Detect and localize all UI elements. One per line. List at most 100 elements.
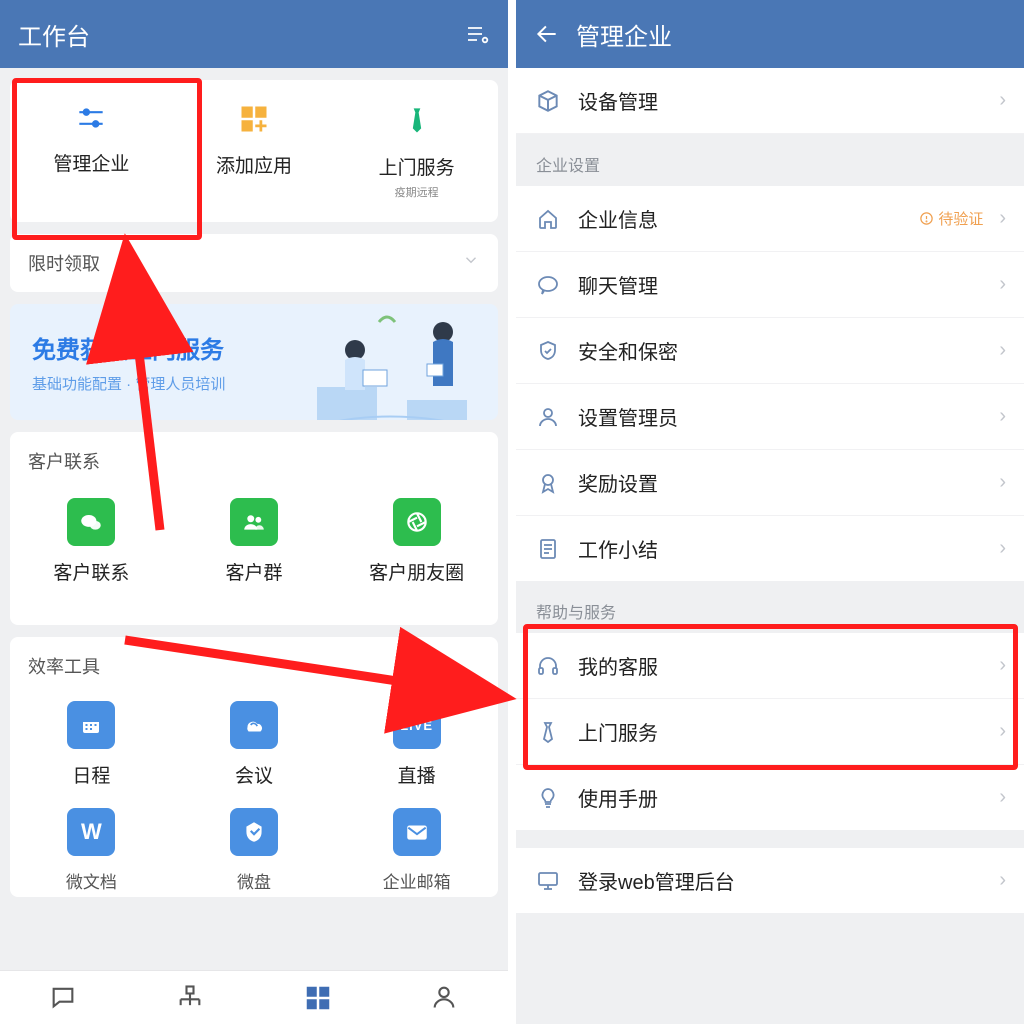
chevron-down-icon: [462, 251, 480, 275]
wechat-icon: [67, 498, 115, 546]
tie-outline-icon: [534, 718, 562, 746]
tile-label: 客户朋友圈: [369, 558, 464, 585]
item-label: 我的客服: [578, 651, 658, 680]
bottom-tabbar: [0, 970, 508, 1024]
tools-section-title: 效率工具: [28, 653, 100, 679]
shield-icon: [534, 337, 562, 365]
tile-wedrive[interactable]: 微盘: [173, 802, 336, 893]
promo-banner[interactable]: 免费获取上门服务 基础功能配置 · 管理人员培训: [10, 304, 498, 420]
home-icon: [534, 205, 562, 233]
item-enterprise-info[interactable]: 企业信息 待验证 ›: [516, 186, 1024, 252]
group2: 我的客服 › 上门服务 › 使用手册 ›: [516, 633, 1024, 830]
tile-calendar[interactable]: 日程: [10, 695, 173, 802]
chevron-right-icon: ›: [999, 339, 1006, 362]
tile-manage-enterprise[interactable]: 管理企业: [10, 80, 173, 222]
wedrive-icon: [230, 808, 278, 856]
tile-label: 微文档: [66, 868, 117, 893]
chevron-right-icon: ›: [999, 405, 1006, 428]
tile-customer-contact[interactable]: 客户联系: [10, 490, 173, 607]
group-help-service: 帮助与服务: [516, 581, 1024, 633]
award-icon: [534, 469, 562, 497]
manage-header: 管理企业: [516, 0, 1024, 68]
tile-label: 客户群: [225, 558, 282, 585]
workspace-title: 工作台: [18, 17, 90, 52]
promo-illustration: [309, 312, 484, 412]
item-onsite-service[interactable]: 上门服务 ›: [516, 699, 1024, 765]
chevron-right-icon: ›: [999, 654, 1006, 677]
bulb-icon: [534, 784, 562, 812]
item-label: 企业信息: [578, 204, 658, 233]
item-label: 安全和保密: [578, 336, 678, 365]
tile-label: 直播: [398, 761, 436, 788]
person-icon: [534, 403, 562, 431]
tab-message-icon[interactable]: [49, 983, 79, 1013]
pending-badge: 待验证: [919, 208, 983, 229]
item-label: 使用手册: [578, 783, 658, 812]
phone-cloud-icon: [230, 701, 278, 749]
workspace-header: 工作台: [0, 0, 508, 68]
tab-contacts-icon[interactable]: [176, 983, 206, 1013]
chevron-right-icon: ›: [999, 273, 1006, 296]
item-device-management[interactable]: 设备管理 ›: [516, 68, 1024, 134]
item-security[interactable]: 安全和保密 ›: [516, 318, 1024, 384]
headset-icon: [534, 652, 562, 680]
group3: 登录web管理后台 ›: [516, 848, 1024, 913]
tab-me-icon[interactable]: [430, 983, 460, 1013]
chevron-right-icon: ›: [999, 786, 1006, 809]
item-label: 登录web管理后台: [578, 866, 735, 895]
tile-sublabel: 疫期远程: [395, 184, 439, 200]
tile-customer-moments[interactable]: 客户朋友圈: [335, 490, 498, 607]
item-chat-management[interactable]: 聊天管理 ›: [516, 252, 1024, 318]
top-tiles-card: 管理企业 添加应用 上门服务 疫期远程: [10, 80, 498, 222]
cube-icon: [534, 87, 562, 115]
tile-add-app[interactable]: 添加应用: [173, 80, 336, 222]
chevron-right-icon: ›: [999, 869, 1006, 892]
live-icon: LIVE: [393, 701, 441, 749]
tile-label: 日程: [72, 761, 110, 788]
item-my-service[interactable]: 我的客服 ›: [516, 633, 1024, 699]
tile-onsite-service[interactable]: 上门服务 疫期远程: [335, 80, 498, 222]
item-label: 上门服务: [578, 717, 658, 746]
chevron-right-icon: ›: [999, 207, 1006, 230]
tile-enterprise-mail[interactable]: 企业邮箱: [335, 802, 498, 893]
back-icon[interactable]: [534, 21, 560, 47]
group-icon: [230, 498, 278, 546]
customer-section: 客户联系 客户联系 客户群: [10, 432, 498, 625]
calendar-icon: [67, 701, 115, 749]
monitor-icon: [534, 867, 562, 895]
tab-workspace-icon[interactable]: [303, 983, 333, 1013]
item-user-manual[interactable]: 使用手册 ›: [516, 765, 1024, 830]
tile-label: 添加应用: [216, 151, 292, 178]
settings-icon[interactable]: [464, 21, 490, 47]
item-label: 工作小结: [578, 534, 658, 563]
group-enterprise-settings: 企业设置: [516, 134, 1024, 186]
workspace-screen: 工作台 管理企业 添加应用: [0, 0, 512, 1024]
tile-live[interactable]: LIVE 直播: [335, 695, 498, 802]
chevron-right-icon: ›: [999, 471, 1006, 494]
tile-customer-group[interactable]: 客户群: [173, 490, 336, 607]
tile-label: 管理企业: [53, 149, 129, 176]
tile-wedoc[interactable]: W 微文档: [10, 802, 173, 893]
chevron-right-icon: ›: [999, 537, 1006, 560]
doc-w-icon: W: [67, 808, 115, 856]
limited-title: 限时领取: [28, 250, 100, 276]
item-reward-settings[interactable]: 奖励设置 ›: [516, 450, 1024, 516]
limited-section-header[interactable]: 限时领取: [10, 234, 498, 292]
chevron-right-icon: ›: [999, 720, 1006, 743]
tile-label: 微盘: [237, 868, 271, 893]
aperture-icon: [393, 498, 441, 546]
item-web-admin-login[interactable]: 登录web管理后台 ›: [516, 848, 1024, 913]
tools-section: 效率工具 日程 会议 LIVE 直播: [10, 637, 498, 897]
manage-title: 管理企业: [576, 17, 672, 52]
chevron-right-icon: ›: [999, 89, 1006, 112]
item-work-summary[interactable]: 工作小结 ›: [516, 516, 1024, 581]
add-app-icon: [239, 104, 269, 139]
sliders-icon: [74, 104, 108, 137]
tile-meeting[interactable]: 会议: [173, 695, 336, 802]
item-label: 聊天管理: [578, 270, 658, 299]
tie-icon: [407, 104, 427, 141]
limited-section: 限时领取: [10, 234, 498, 292]
item-set-admin[interactable]: 设置管理员 ›: [516, 384, 1024, 450]
item-label: 设置管理员: [578, 402, 678, 431]
item-label: 设备管理: [578, 86, 658, 115]
